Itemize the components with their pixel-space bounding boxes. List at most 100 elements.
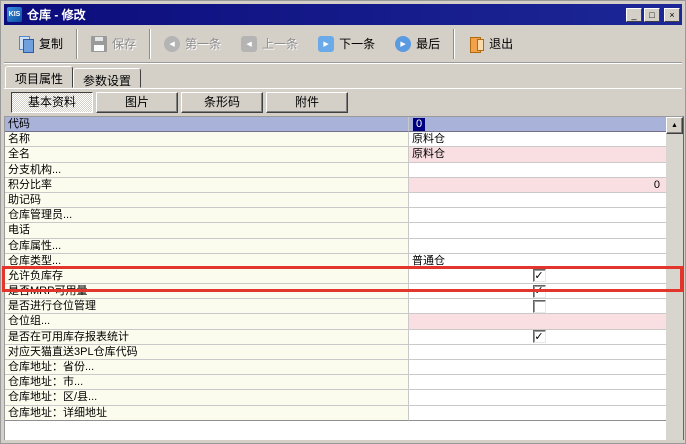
grid-row-value[interactable] (409, 299, 666, 314)
checkbox[interactable]: ✓ (533, 285, 546, 298)
next-button-label: 下一条 (339, 35, 375, 52)
subtab-strip: 基本资料图片条形码附件 (11, 92, 348, 113)
grid-row-label: 名称 (5, 132, 409, 147)
grid-row[interactable]: 仓库地址：市... (5, 375, 666, 390)
grid-row[interactable]: 电话 (5, 223, 666, 238)
grid-row-label: 仓库地址：省份... (5, 360, 409, 375)
value-text: 0 (654, 178, 660, 192)
vertical-scrollbar[interactable]: ▲ (666, 116, 684, 440)
grid-row-value[interactable] (409, 406, 666, 421)
grid-row-label: 是否在可用库存报表统计 (5, 330, 409, 345)
value-text: 普通仓 (412, 254, 445, 268)
grid-row-value[interactable]: 普通仓 (409, 254, 666, 269)
tab-1[interactable]: 参数设置 (73, 68, 141, 88)
grid-row[interactable]: 允许负库存 ✓ (5, 269, 666, 284)
grid-row[interactable]: 仓库地址：详细地址 (5, 406, 666, 421)
grid-row[interactable]: 仓库地址：区/县... (5, 390, 666, 405)
toolbar-separator (149, 29, 151, 59)
checkbox[interactable]: ✓ (533, 269, 546, 282)
first-button[interactable]: ◀ 第一条 (154, 29, 231, 59)
toolbar-separator (76, 29, 78, 59)
value-text: 原料仓 (412, 132, 445, 146)
window-title: 仓库 - 修改 (27, 6, 626, 23)
grid-row-label: 是否MRP可用量 (5, 284, 409, 299)
kis-logo-icon: KIS (7, 7, 22, 22)
grid-row[interactable]: 仓库管理员... (5, 208, 666, 223)
grid-row[interactable]: 名称 原料仓 (5, 132, 666, 147)
selected-value-text: 0 (413, 118, 425, 131)
scroll-up-button[interactable]: ▲ (666, 117, 683, 134)
grid-row[interactable]: 对应天猫直送3PL仓库代码 (5, 345, 666, 360)
maximize-button[interactable]: □ (644, 8, 660, 22)
tab-0[interactable]: 项目属性 (5, 66, 73, 88)
subtab-1[interactable]: 图片 (96, 92, 178, 113)
grid-row-label: 助记码 (5, 193, 409, 208)
grid-row[interactable]: 全名 原料仓 (5, 147, 666, 162)
grid-row-value[interactable]: ✓ (409, 269, 666, 284)
grid-row-label: 电话 (5, 223, 409, 238)
grid-row-value[interactable] (409, 193, 666, 208)
exit-icon (468, 36, 484, 52)
exit-button[interactable]: 退出 (458, 29, 523, 59)
first-button-label: 第一条 (185, 35, 221, 52)
grid-row-label: 仓位组... (5, 314, 409, 329)
grid-row-value[interactable] (409, 314, 666, 329)
save-button[interactable]: 保存 (81, 29, 146, 59)
copy-icon (18, 36, 34, 52)
next-icon: ▶ (318, 36, 334, 52)
grid-row-value[interactable]: 原料仓 (409, 132, 666, 147)
subtab-2[interactable]: 条形码 (181, 92, 263, 113)
grid-row-value[interactable] (409, 208, 666, 223)
grid-row-value[interactable] (409, 163, 666, 178)
grid-row-value[interactable] (409, 223, 666, 238)
title-bar: KIS 仓库 - 修改 _□ × (4, 4, 682, 25)
tab-zone: 项目属性参数设置 基本资料图片条形码附件 (4, 66, 682, 116)
next-button[interactable]: ▶ 下一条 (308, 29, 385, 59)
grid-row-label: 全名 (5, 147, 409, 162)
last-button[interactable]: ▶ 最后 (385, 29, 450, 59)
first-icon: ◀ (164, 36, 180, 52)
grid-row[interactable]: 代码 0 (5, 117, 666, 132)
tab-strip: 项目属性参数设置 (4, 66, 682, 88)
grid-row[interactable]: 仓位组... (5, 314, 666, 329)
grid-row[interactable]: 是否进行仓位管理 (5, 299, 666, 314)
grid-row-value[interactable]: ✓ (409, 330, 666, 345)
grid-row-value[interactable]: ✓ (409, 284, 666, 299)
grid-row-value[interactable]: 0 (409, 117, 666, 132)
grid-row[interactable]: 积分比率 0 (5, 178, 666, 193)
scrollbar-track[interactable] (666, 134, 682, 440)
grid-row-label: 仓库地址：详细地址 (5, 406, 409, 421)
tab-pane-edge (4, 88, 682, 89)
grid-row[interactable]: 分支机构... (5, 163, 666, 178)
grid-row[interactable]: 是否MRP可用量 ✓ (5, 284, 666, 299)
subtab-0[interactable]: 基本资料 (11, 92, 93, 113)
last-button-label: 最后 (416, 35, 440, 52)
checkbox[interactable]: ✓ (533, 330, 546, 343)
save-icon (91, 36, 107, 52)
grid-row[interactable]: 助记码 (5, 193, 666, 208)
grid-row-value[interactable] (409, 390, 666, 405)
checkbox[interactable] (533, 300, 546, 313)
copy-button-label: 复制 (39, 35, 63, 52)
grid-row[interactable]: 仓库类型... 普通仓 (5, 254, 666, 269)
grid-row-value[interactable]: 0 (409, 178, 666, 193)
grid-row-value[interactable]: 原料仓 (409, 147, 666, 162)
grid-row-value[interactable] (409, 375, 666, 390)
last-icon: ▶ (395, 36, 411, 52)
subtab-3[interactable]: 附件 (266, 92, 348, 113)
grid-row-value[interactable] (409, 345, 666, 360)
prev-button[interactable]: ◀ 上一条 (231, 29, 308, 59)
close-button[interactable]: × (664, 8, 680, 22)
grid-row-label: 分支机构... (5, 163, 409, 178)
grid-row-label: 是否进行仓位管理 (5, 299, 409, 314)
grid-row-label: 仓库属性... (5, 239, 409, 254)
grid-row[interactable]: 是否在可用库存报表统计 ✓ (5, 330, 666, 345)
grid-row[interactable]: 仓库地址：省份... (5, 360, 666, 375)
copy-button[interactable]: 复制 (8, 29, 73, 59)
warehouse-modify-window: KIS 仓库 - 修改 _□× 复制 保存 ◀ 第一条 ◀ 上一条 ▶ 下一条 … (0, 0, 686, 444)
window-controls: _□ × (626, 8, 680, 22)
grid-row[interactable]: 仓库属性... (5, 239, 666, 254)
minimize-button[interactable]: _ (626, 8, 642, 22)
grid-row-value[interactable] (409, 360, 666, 375)
grid-row-value[interactable] (409, 239, 666, 254)
